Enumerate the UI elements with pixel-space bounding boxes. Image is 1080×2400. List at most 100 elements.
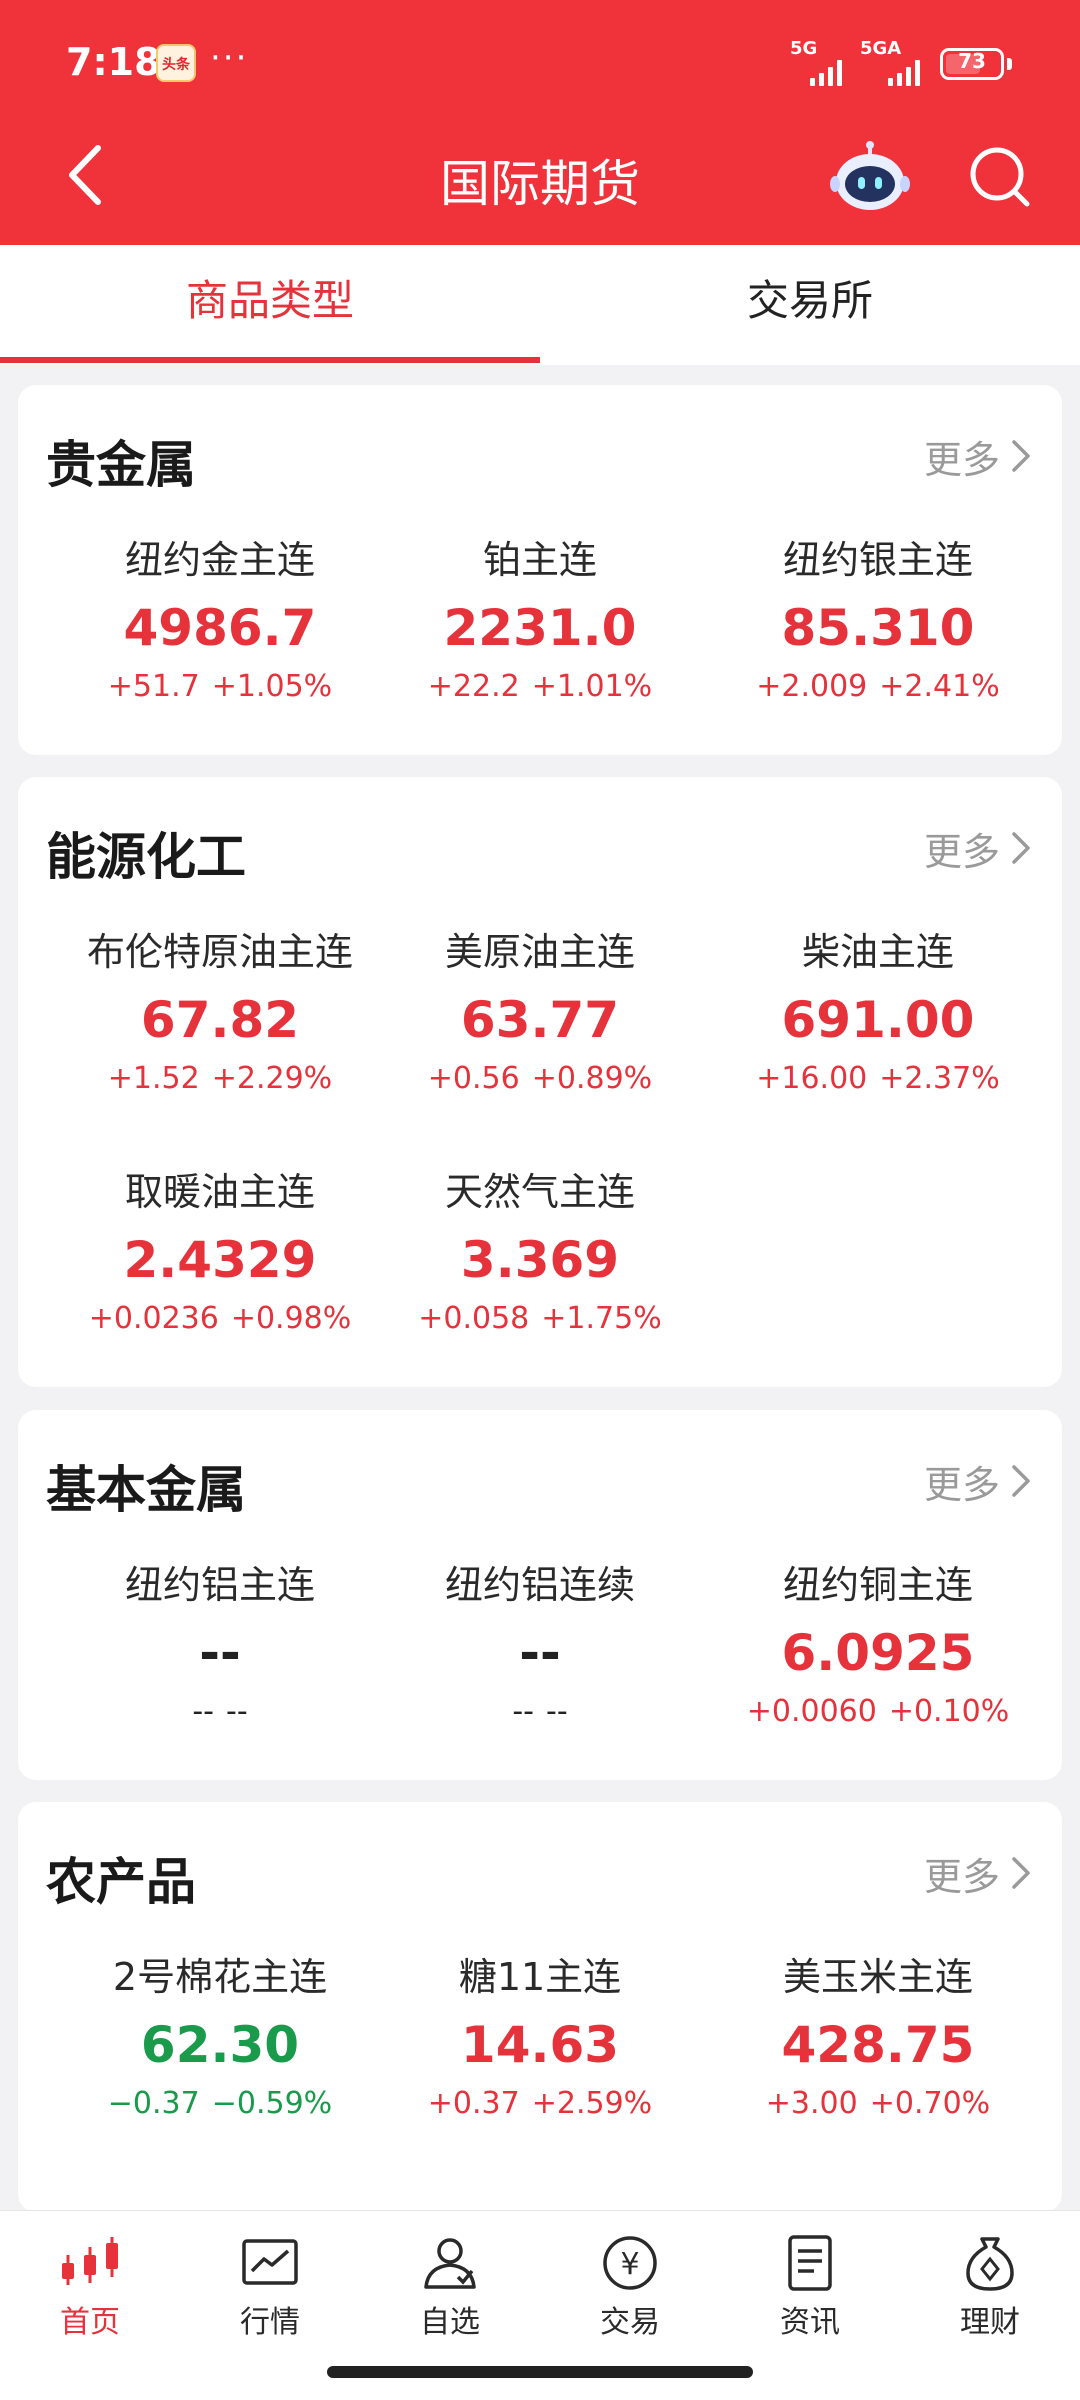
nav-news[interactable]: 资讯: [720, 2233, 900, 2341]
quote-change-pct: +1.75%: [541, 1301, 662, 1336]
page-title: 国际期货: [440, 155, 640, 213]
more-link[interactable]: 更多: [924, 823, 1032, 874]
quote-change-pct: --: [546, 1694, 568, 1729]
nav-market[interactable]: 行情: [180, 2233, 360, 2341]
section-title: 农产品: [46, 1853, 196, 1911]
quote-item[interactable]: 糖11主连 14.63 +0.37 +2.59%: [371, 1952, 709, 2124]
quote-price: 2.4329: [123, 1231, 317, 1289]
quote-change-row: +0.37 +2.59%: [371, 2084, 709, 2124]
quote-change-row: +16.00 +2.37%: [709, 1059, 1047, 1099]
nav-label: 行情: [240, 2305, 300, 2340]
quote-item[interactable]: 纽约铜主连 6.0925 +0.0060 +0.10%: [709, 1560, 1047, 1732]
quote-price: 4986.7: [123, 599, 317, 657]
quote-name: 纽约铜主连: [782, 1563, 973, 1607]
more-link[interactable]: 更多: [923, 1456, 1032, 1507]
quote-change-pct: +0.10%: [888, 1694, 1010, 1729]
status-time: 7:18: [66, 40, 161, 84]
quote-name: 柴油主连: [801, 930, 954, 974]
quote-change-pct: +1.05%: [211, 669, 333, 704]
quote-change: --: [512, 1694, 534, 1729]
quote-change-pct: +2.29%: [211, 1061, 333, 1096]
section-title: 基本金属: [46, 1461, 246, 1519]
quote-price: 85.310: [781, 599, 975, 657]
tab-commodity-type[interactable]: 商品类型: [0, 245, 540, 365]
quote-change-pct: +0.70%: [869, 2086, 991, 2121]
quote-item[interactable]: 2号棉花主连 62.30 −0.37 −0.59%: [51, 1952, 389, 2124]
nav-bar: 国际期货: [0, 120, 1080, 240]
more-label: 更多: [923, 437, 1000, 482]
quote-item[interactable]: 美原油主连 63.77 +0.56 +0.89%: [371, 927, 709, 1099]
quote-item[interactable]: 柴油主连 691.00 +16.00 +2.37%: [709, 927, 1047, 1099]
more-label: 更多: [923, 1462, 1000, 1507]
section-card: 能源化工 更多 布伦特原油主连 67.82 +1.52 +2.29% 美原油主连 6…: [18, 777, 1062, 1387]
quote-change: --: [192, 1694, 214, 1729]
header: 7:18 头条 ··· 5G 5GA 73 国际期货: [0, 0, 1080, 245]
quote-change: +51.7: [107, 669, 200, 704]
quote-item[interactable]: 纽约银主连 85.310 +2.009 +2.41%: [709, 535, 1047, 707]
search-icon: [970, 147, 1030, 207]
quote-name: 天然气主连: [444, 1170, 635, 1214]
tab-exchange[interactable]: 交易所: [540, 245, 1080, 365]
quote-item[interactable]: 美玉米主连 428.75 +3.00 +0.70%: [709, 1952, 1047, 2124]
nav-label: 首页: [60, 2305, 120, 2340]
nav-watchlist[interactable]: 自选: [360, 2233, 540, 2341]
quote-item[interactable]: 纽约铝连续 -- -- --: [371, 1560, 709, 1732]
home-indicator[interactable]: [327, 2366, 753, 2378]
quote-price: --: [519, 1624, 561, 1682]
more-link[interactable]: 更多: [924, 1848, 1032, 1899]
quote-change: +0.058: [418, 1301, 530, 1336]
quote-item[interactable]: 铂主连 2231.0 +22.2 +1.01%: [371, 535, 709, 707]
quote-change: +16.00: [756, 1061, 868, 1096]
status-bar: 7:18 头条 ··· 5G 5GA 73: [0, 30, 1080, 100]
section-card: 贵金属 更多 纽约金主连 4986.7 +51.7 +1.05% 铂主连 2231.…: [18, 385, 1062, 755]
quote-item[interactable]: 取暖油主连 2.4329 +0.0236 +0.98%: [51, 1167, 389, 1339]
quote-change: +22.2: [427, 669, 520, 704]
quote-name: 纽约金主连: [124, 538, 315, 582]
quote-change-pct: +2.41%: [879, 669, 1000, 704]
quote-price: 3.369: [460, 1231, 620, 1289]
chart-icon: [242, 2239, 298, 2285]
section-title: 贵金属: [46, 436, 196, 494]
ai-assistant-button[interactable]: [830, 140, 910, 215]
nav-trade[interactable]: ¥ 交易: [540, 2233, 720, 2341]
quote-change: +0.37: [427, 2086, 520, 2121]
quote-change-row: +0.56 +0.89%: [371, 1059, 709, 1099]
quote-change-row: -- --: [51, 1692, 389, 1732]
quote-change: −0.37: [107, 2086, 200, 2121]
toutiao-app-icon: 头条: [156, 44, 196, 82]
quote-item[interactable]: 布伦特原油主连 67.82 +1.52 +2.29%: [51, 927, 389, 1099]
svg-text:¥: ¥: [620, 2247, 639, 2282]
chevron-right-icon: [1012, 1465, 1030, 1497]
quote-change: +3.00: [765, 2086, 858, 2121]
quote-change-pct: +2.59%: [531, 2086, 653, 2121]
quote-change: +1.52: [107, 1061, 200, 1096]
quote-name: 美玉米主连: [782, 1955, 973, 1999]
quote-change-pct: +0.98%: [230, 1301, 352, 1336]
quote-price: 63.77: [460, 991, 620, 1049]
quote-change: +0.0060: [746, 1694, 877, 1729]
chevron-right-icon: [1012, 440, 1030, 472]
quote-price: 6.0925: [781, 1624, 975, 1682]
quote-name: 布伦特原油主连: [86, 930, 353, 974]
quote-change-row: -- --: [371, 1692, 709, 1732]
search-button[interactable]: [965, 142, 1035, 212]
quote-price: --: [199, 1624, 241, 1682]
quote-item[interactable]: 纽约金主连 4986.7 +51.7 +1.05%: [51, 535, 389, 707]
more-link[interactable]: 更多: [923, 431, 1032, 482]
active-tab-indicator: [0, 357, 540, 363]
quote-name: 纽约铝主连: [124, 1563, 315, 1607]
quote-change-pct: --: [226, 1694, 248, 1729]
quote-price: 2231.0: [443, 599, 637, 657]
nav-home[interactable]: 首页: [0, 2233, 180, 2341]
quote-name: 取暖油主连: [124, 1170, 315, 1214]
nav-label: 资讯: [780, 2305, 840, 2340]
quote-change-pct: +1.01%: [531, 669, 653, 704]
nav-wealth[interactable]: 理财: [900, 2233, 1080, 2341]
quote-change-pct: +0.89%: [531, 1061, 653, 1096]
quote-item[interactable]: 纽约铝主连 -- -- --: [51, 1560, 389, 1732]
quote-item[interactable]: 天然气主连 3.369 +0.058 +1.75%: [371, 1167, 709, 1339]
quote-change-row: +1.52 +2.29%: [51, 1059, 389, 1099]
quote-change: +0.56: [427, 1061, 520, 1096]
quote-change-row: −0.37 −0.59%: [51, 2084, 389, 2124]
user-select-icon: [424, 2238, 476, 2289]
